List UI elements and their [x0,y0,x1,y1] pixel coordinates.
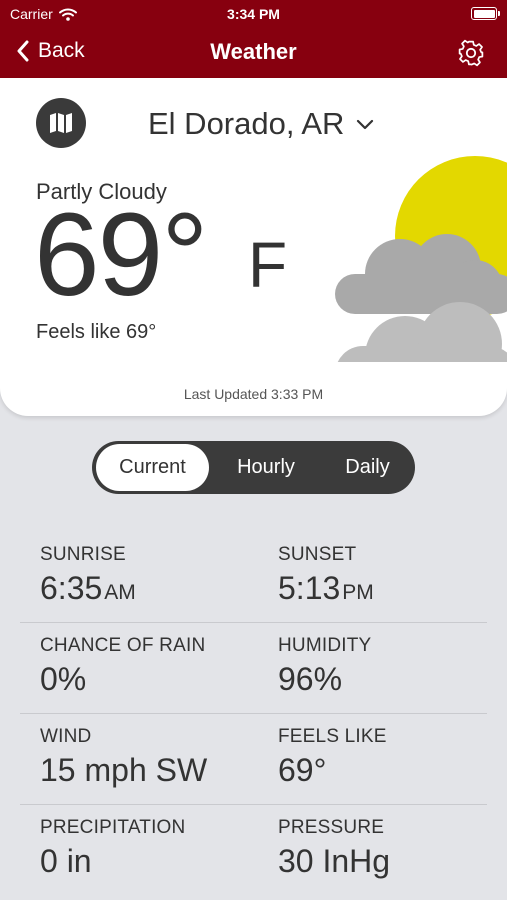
chance-of-rain-value: 0% [40,661,87,697]
sunrise-value-group: 6:35AM [40,570,136,607]
current-conditions-card: El Dorado, AR Partly Cloudy 69° F Feels … [0,78,507,416]
humidity-cell: HUMIDITY 96% [278,635,371,698]
temperature-value: 69° [34,189,208,321]
tab-hourly[interactable]: Hourly [214,441,318,494]
tab-daily[interactable]: Daily [320,441,415,494]
sunrise-label: SUNRISE [40,544,126,565]
sunrise-value: 6:35 [40,570,103,606]
details-row: CHANCE OF RAIN 0% HUMIDITY 96% [20,623,487,714]
chevron-down-icon [357,119,374,129]
precipitation-cell: PRECIPITATION 0 in [40,817,185,880]
feels-like-label: FEELS LIKE [278,726,387,747]
sunset-suffix: PM [342,581,374,604]
precipitation-value: 0 in [40,843,92,879]
location-name: El Dorado, AR [148,106,345,141]
sunrise-cell: SUNRISE 6:35AM [40,544,136,607]
humidity-label: HUMIDITY [278,635,372,656]
map-icon [50,113,72,133]
last-updated-text: Last Updated 3:33 PM [183,386,324,402]
temperature-unit: F [248,229,288,301]
back-button[interactable]: Back [16,39,85,63]
gear-icon[interactable] [457,39,485,67]
sunrise-suffix: AM [104,581,136,604]
feels-like-text: Feels like 69° [36,321,157,343]
wind-label: WIND [40,726,92,747]
chevron-left-icon [17,40,29,62]
chance-of-rain-label: CHANCE OF RAIN [40,635,206,656]
details-row: WIND 15 mph SW FEELS LIKE 69° [20,714,487,805]
partly-cloudy-icon [335,156,507,362]
back-label: Back [38,39,85,62]
status-bar: Carrier 3:34 PM [0,0,507,28]
sunset-value: 5:13 [278,570,341,606]
precipitation-label: PRECIPITATION [40,817,186,838]
pressure-cell: PRESSURE 30 InHg [278,817,390,880]
sunset-cell: SUNSET 5:13PM [278,544,374,607]
feels-like-value: 69° [278,752,327,788]
feels-like-cell: FEELS LIKE 69° [278,726,387,789]
wind-cell: WIND 15 mph SW [40,726,207,789]
pressure-label: PRESSURE [278,817,385,838]
status-time: 3:34 PM [227,6,280,22]
details-row: SUNRISE 6:35AM SUNSET 5:13PM [20,532,487,623]
humidity-value: 96% [278,661,343,697]
location-selector[interactable]: El Dorado, AR [148,106,374,142]
forecast-segmented-control: Current Hourly Daily [92,441,415,494]
map-button[interactable] [36,98,86,148]
details-grid: SUNRISE 6:35AM SUNSET 5:13PM CHANCE OF R… [20,532,487,895]
pressure-value: 30 InHg [278,843,391,879]
sunset-label: SUNSET [278,544,357,565]
battery-icon [471,7,500,20]
navigation-bar: Back Weather [0,28,507,78]
sunset-value-group: 5:13PM [278,570,374,607]
tab-current[interactable]: Current [96,444,209,491]
wind-value: 15 mph SW [40,752,208,788]
chance-of-rain-cell: CHANCE OF RAIN 0% [40,635,205,698]
details-row: PRECIPITATION 0 in PRESSURE 30 InHg [20,805,487,895]
